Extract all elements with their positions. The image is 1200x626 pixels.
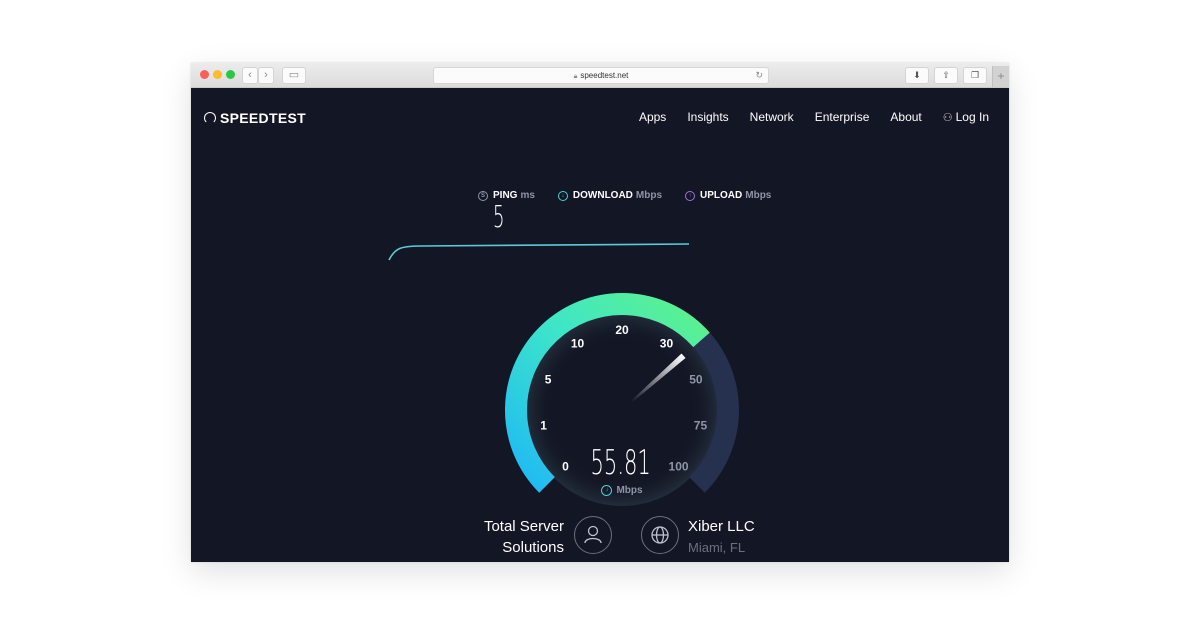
new-tab-button[interactable]: + [992,66,1009,87]
gauge-tick-label: 30 [660,336,674,350]
server-name: Xiber LLC [688,518,755,535]
share-button[interactable]: ⇧ [934,67,958,84]
gauge-tick-label: 10 [571,336,585,350]
gauge-tick-label: 20 [615,323,629,337]
forward-button[interactable]: › [258,67,274,84]
speed-unit-row: ↓ Mbps [572,485,672,496]
address-bar[interactable]: 🔒︎ speedtest.net ↻ [433,67,769,84]
gauge-tick-label: 1 [540,419,547,433]
gauge-tick-label: 5 [545,372,552,386]
tabs-button[interactable]: ❐ [963,67,987,84]
close-button[interactable] [200,70,209,79]
reload-icon[interactable]: ↻ [755,68,763,83]
gauge-tick-label: 50 [689,372,703,386]
sidebar-icon: ▭ [288,69,300,81]
download-icon: ⬇ [913,70,921,80]
lock-icon: 🔒︎ [573,73,578,80]
chevron-right-icon: › [264,69,268,81]
isp-name-line2: Solutions [502,539,564,556]
gauge-tick-label: 75 [694,419,708,433]
downloads-button[interactable]: ⬇ [905,67,929,84]
tabs-icon: ❐ [970,70,980,80]
download-arrow-icon: ↓ [601,485,613,496]
speed-unit: Mbps [616,485,643,497]
sidebar-button[interactable]: ▭ [282,67,306,84]
isp-user-icon [574,516,612,554]
zoom-button[interactable] [226,70,235,79]
speed-value: 55.81 [590,443,652,483]
server-globe-icon[interactable] [641,516,679,554]
isp-name-line1: Total Server [483,518,564,535]
browser-titlebar: ‹ › ▭ 🔒︎ speedtest.net ↻ ⬇ ⇧ ❐ + [191,63,1009,88]
speedtest-page: SPEEDTEST Apps Insights Network Enterpri… [191,88,1009,562]
server-location: Miami, FL [688,540,746,555]
share-icon: ⇧ [942,70,950,80]
minimize-button[interactable] [213,70,222,79]
browser-window: ‹ › ▭ 🔒︎ speedtest.net ↻ ⬇ ⇧ ❐ + SPEEDTES… [191,63,1009,562]
chevron-left-icon: ‹ [248,69,252,81]
url-text: speedtest.net [580,71,629,80]
server-info[interactable]: Xiber LLC Miami, FL [688,516,755,558]
isp-name[interactable]: Total Server Solutions [484,516,564,558]
back-button[interactable]: ‹ [242,67,258,84]
